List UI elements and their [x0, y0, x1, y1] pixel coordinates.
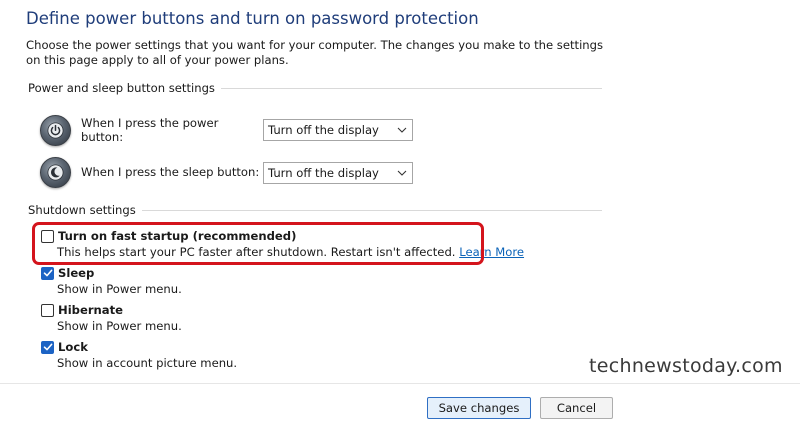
cancel-button[interactable]: Cancel — [540, 397, 613, 419]
lock-option: Lock Show in account picture menu. — [41, 339, 237, 370]
sleep-button-select-value: Turn off the display — [268, 166, 379, 180]
group-divider — [220, 87, 602, 89]
power-button-select-value: Turn off the display — [268, 123, 379, 137]
sleep-button-label: When I press the sleep button: — [81, 165, 260, 179]
footer-divider — [0, 383, 800, 384]
shutdown-header-label: Shutdown settings — [28, 203, 136, 217]
sleep-option: Sleep Show in Power menu. — [41, 265, 182, 296]
page-title: Define power buttons and turn on passwor… — [26, 9, 479, 28]
save-changes-button[interactable]: Save changes — [427, 397, 531, 419]
lock-checkbox[interactable] — [41, 340, 54, 354]
lock-option-title: Lock — [58, 340, 88, 354]
sleep-option-desc: Show in Power menu. — [57, 282, 182, 296]
checkmark-icon — [43, 269, 52, 277]
highlight-box — [32, 222, 484, 265]
sleep-option-title: Sleep — [58, 266, 95, 280]
sleep-option-head: Sleep — [41, 265, 182, 281]
power-button-select[interactable]: Turn off the display — [263, 119, 413, 141]
power-sleep-header-label: Power and sleep button settings — [28, 81, 215, 95]
chevron-down-icon — [397, 170, 407, 176]
checkmark-icon — [43, 343, 52, 351]
power-button-row: When I press the power button: — [40, 113, 261, 147]
sleep-button-row: When I press the sleep button: — [40, 155, 261, 189]
chevron-down-icon — [397, 127, 407, 133]
sleep-button-select[interactable]: Turn off the display — [263, 162, 413, 184]
lock-option-desc: Show in account picture menu. — [57, 356, 238, 370]
hibernate-option-desc: Show in Power menu. — [57, 319, 182, 333]
power-button-label: When I press the power button: — [81, 116, 219, 144]
hibernate-checkbox[interactable] — [41, 303, 54, 317]
power-sleep-group-header: Power and sleep button settings — [28, 81, 602, 95]
hibernate-option: Hibernate Show in Power menu. — [41, 302, 182, 333]
power-icon — [40, 114, 71, 146]
shutdown-group-header: Shutdown settings — [28, 203, 602, 217]
sleep-icon — [40, 156, 71, 188]
sleep-checkbox[interactable] — [41, 266, 54, 280]
group-divider — [141, 209, 602, 211]
hibernate-option-title: Hibernate — [58, 303, 124, 317]
lock-option-head: Lock — [41, 339, 237, 355]
watermark: technewstoday.com — [589, 355, 783, 377]
intro-text: Choose the power settings that you want … — [26, 38, 604, 67]
hibernate-option-head: Hibernate — [41, 302, 182, 318]
